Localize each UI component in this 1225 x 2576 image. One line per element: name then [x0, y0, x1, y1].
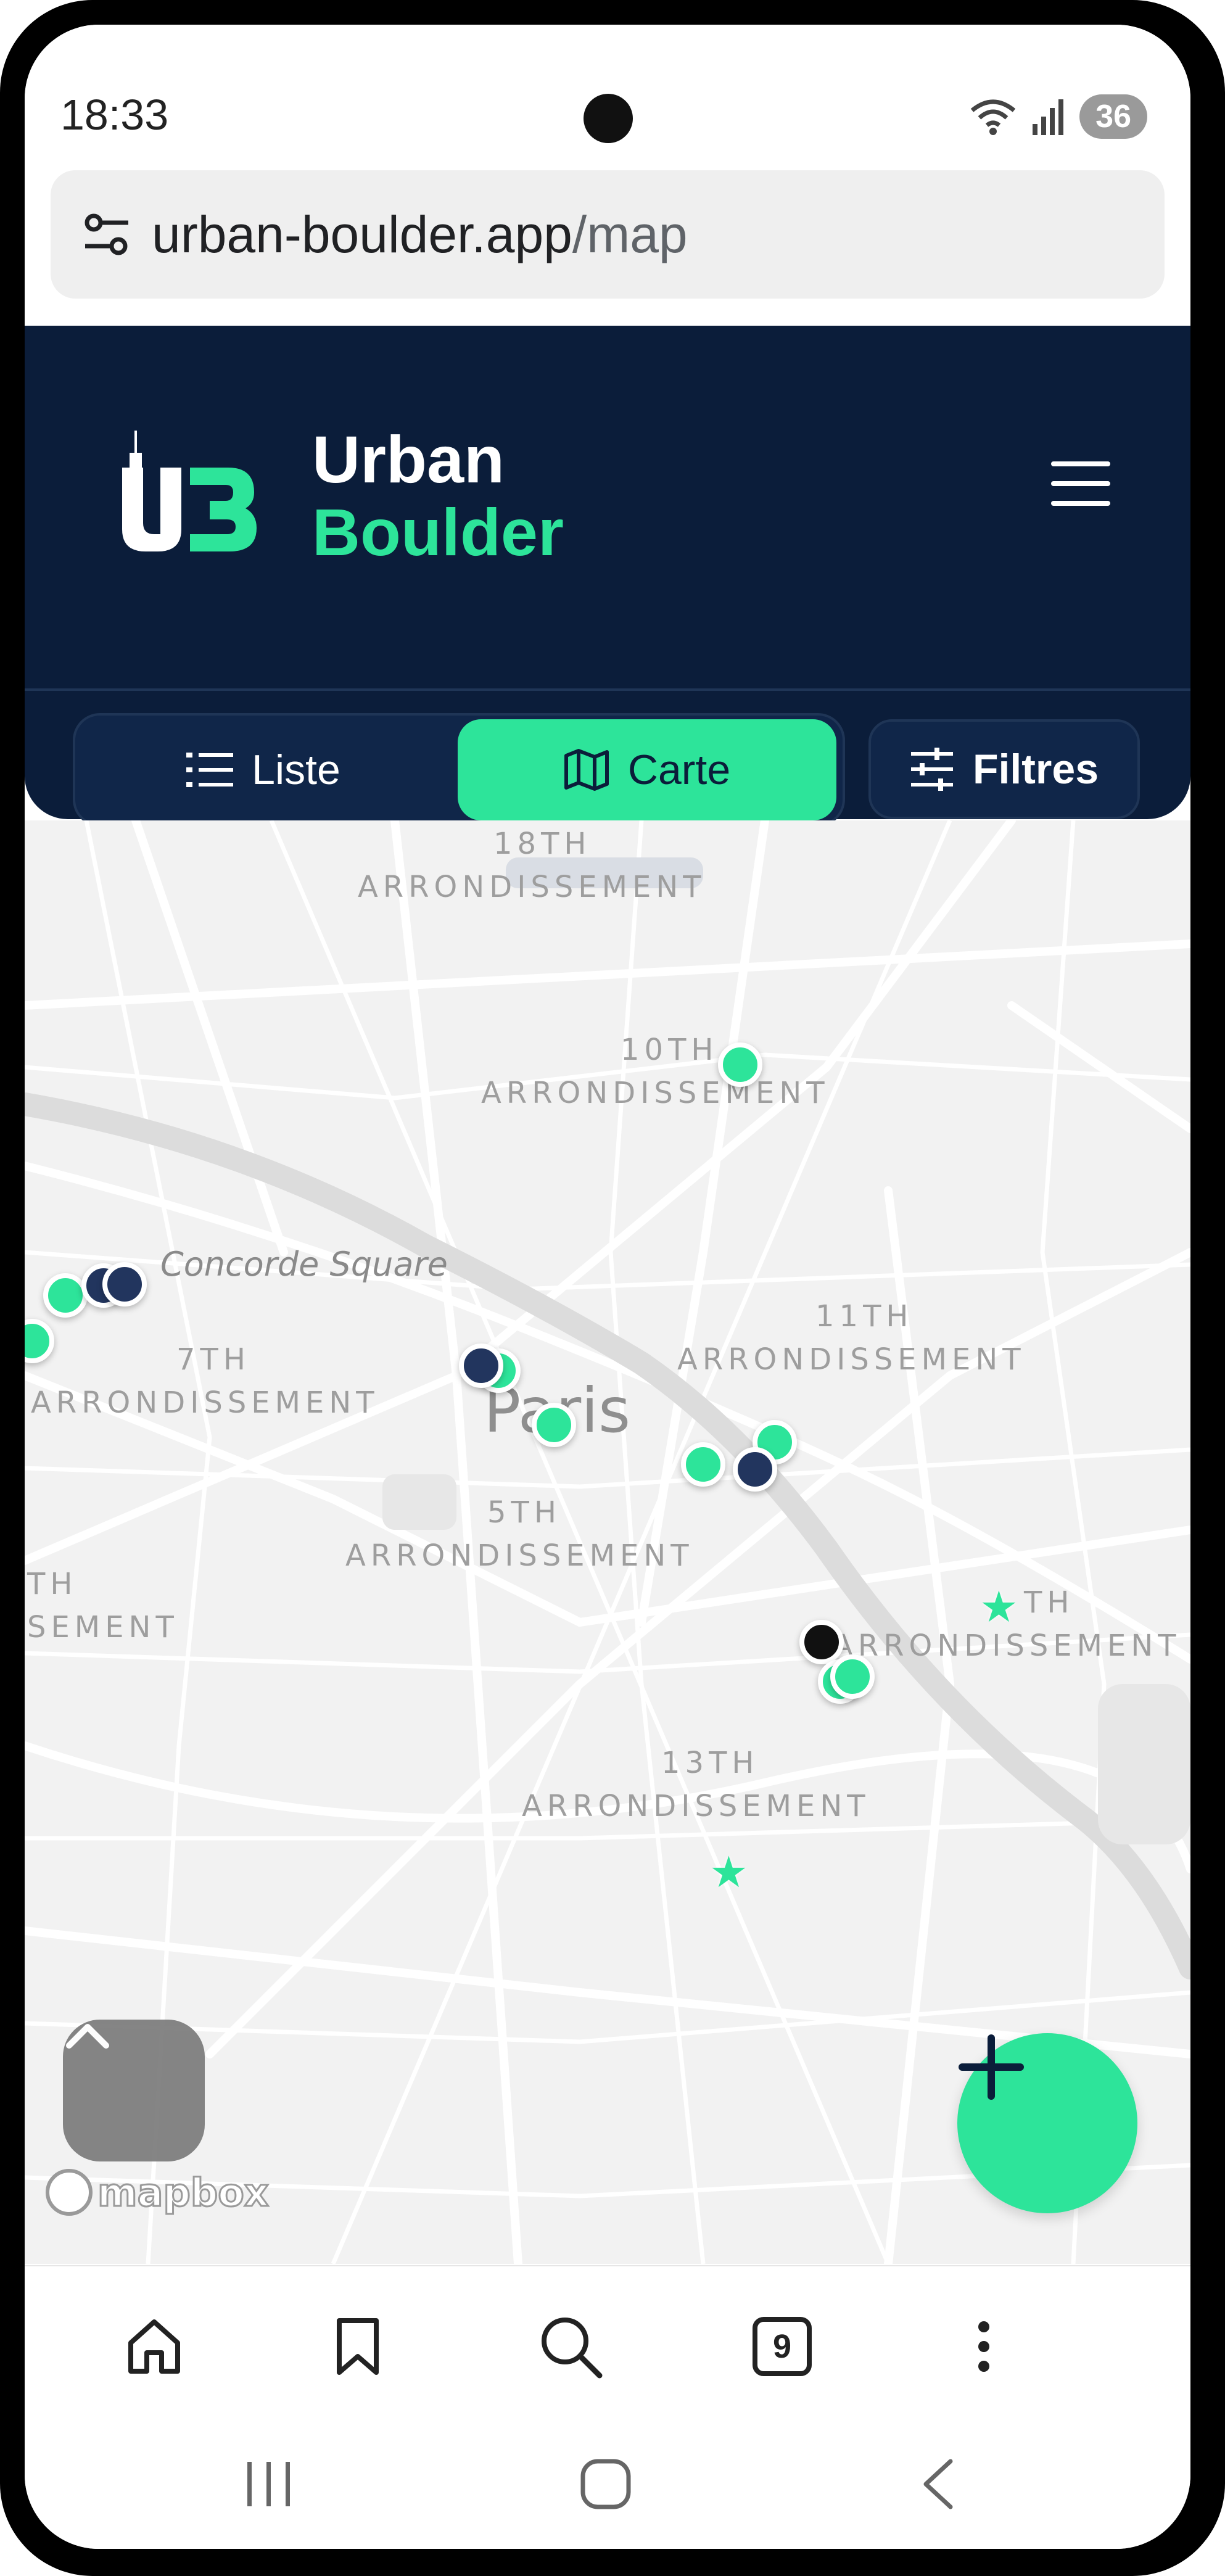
spot-marker[interactable]: [733, 1447, 777, 1492]
map-label: TH: [27, 1567, 78, 1601]
spot-marker[interactable]: [681, 1442, 725, 1487]
spot-marker[interactable]: [799, 1620, 844, 1664]
map-view-label: Carte: [627, 746, 731, 793]
back-button[interactable]: [894, 2450, 981, 2518]
place-label: Concorde Square: [160, 1245, 448, 1284]
filters-button[interactable]: Filtres: [868, 719, 1140, 819]
address-bar[interactable]: urban-boulder.app/map: [51, 170, 1165, 299]
back-icon: [923, 2459, 953, 2509]
map-label: ARRONDISSEMENT: [522, 1789, 870, 1823]
spot-marker[interactable]: [43, 1273, 88, 1318]
search-icon: [542, 2318, 603, 2379]
bookmark-icon: [337, 2318, 379, 2375]
hamburger-icon[interactable]: [1051, 461, 1110, 511]
more-vertical-icon: [978, 2321, 989, 2372]
home-nav-icon: [580, 2459, 631, 2509]
home-icon: [128, 2319, 180, 2374]
map-label: ARRONDISSEMENT: [833, 1629, 1181, 1663]
list-view-label: Liste: [252, 746, 340, 793]
brand-name: Urban Boulder: [312, 423, 564, 569]
spot-marker[interactable]: [830, 1654, 875, 1699]
search-button[interactable]: [534, 2310, 608, 2384]
wifi-icon: [970, 99, 1016, 135]
bookmark-button[interactable]: [321, 2310, 395, 2384]
map-label: TH: [1024, 1585, 1074, 1620]
map-label: 18TH: [493, 827, 592, 861]
plus-icon: [959, 2034, 1024, 2100]
front-camera: [584, 94, 633, 143]
side-button: [1214, 703, 1225, 857]
mapbox-logo-icon: [46, 2169, 93, 2216]
browser-toolbar: 9: [25, 2265, 1190, 2427]
header-divider: [25, 688, 1190, 691]
screen: 18:33 36 urban-boulder.app/map Urban Bou…: [25, 25, 1190, 2549]
system-navigation: [25, 2425, 1190, 2549]
signal-icon: [1033, 99, 1064, 135]
sliders-icon: [910, 748, 953, 791]
status-time: 18:33: [60, 91, 169, 139]
home-button[interactable]: [117, 2310, 191, 2384]
side-button: [1214, 279, 1225, 380]
map-view-button[interactable]: Carte: [458, 719, 836, 820]
map-label: ARRONDISSEMENT: [481, 1076, 830, 1110]
url-path: /map: [572, 205, 688, 263]
recent-apps-icon: [247, 2462, 290, 2506]
map-label: 10TH: [621, 1033, 719, 1067]
url-text[interactable]: urban-boulder.app/map: [152, 205, 688, 265]
status-bar: 18:33 36: [25, 25, 1190, 167]
star-marker-icon[interactable]: ★: [980, 1585, 1018, 1629]
tab-count: 9: [753, 2317, 812, 2376]
spot-marker[interactable]: [459, 1344, 503, 1388]
spot-marker[interactable]: [102, 1262, 147, 1307]
map-label: ARRONDISSEMENT: [358, 870, 706, 904]
list-icon: [186, 753, 234, 787]
view-toggle: Liste Carte: [73, 713, 845, 827]
spot-marker[interactable]: [718, 1042, 762, 1087]
battery-indicator: 36: [1079, 94, 1147, 139]
recent-apps-button[interactable]: [226, 2450, 312, 2518]
more-button[interactable]: [947, 2310, 1021, 2384]
map-label: ARRONDISSEMENT: [31, 1385, 379, 1420]
chevron-up-icon: [66, 2024, 109, 2049]
map-icon: [564, 749, 609, 791]
brand-line-2: Boulder: [312, 495, 564, 569]
brand-line-1: Urban: [312, 422, 505, 497]
spot-marker[interactable]: [532, 1403, 576, 1447]
tune-icon[interactable]: [79, 207, 134, 262]
mapbox-attribution[interactable]: mapbox: [46, 2169, 270, 2216]
side-button: [1214, 426, 1225, 527]
map-label: SEMENT: [27, 1610, 179, 1645]
map-label: 11TH: [815, 1299, 914, 1334]
filters-label: Filtres: [972, 746, 1099, 793]
status-icons: 36: [968, 94, 1147, 139]
map-label: 13TH: [661, 1746, 759, 1780]
urban-boulder-logo[interactable]: [117, 431, 259, 554]
add-spot-button[interactable]: [957, 2033, 1137, 2213]
expand-panel-button[interactable]: [63, 2020, 205, 2161]
tabs-button[interactable]: 9: [745, 2310, 819, 2384]
map-view[interactable]: 18TH ARRONDISSEMENT 10TH ARRONDISSEMENT …: [25, 820, 1190, 2264]
home-nav-button[interactable]: [563, 2450, 649, 2518]
url-domain: urban-boulder.app: [152, 205, 572, 263]
mapbox-label: mapbox: [97, 2169, 270, 2216]
list-view-button[interactable]: Liste: [81, 719, 445, 820]
map-label: 5TH: [487, 1495, 561, 1530]
star-marker-icon[interactable]: ★: [709, 1851, 748, 1894]
app-header: Urban Boulder Liste Carte Filtres: [25, 326, 1190, 827]
map-label: ARRONDISSEMENT: [677, 1342, 1026, 1377]
map-label: ARRONDISSEMENT: [345, 1538, 694, 1573]
map-label: 7TH: [176, 1342, 250, 1377]
